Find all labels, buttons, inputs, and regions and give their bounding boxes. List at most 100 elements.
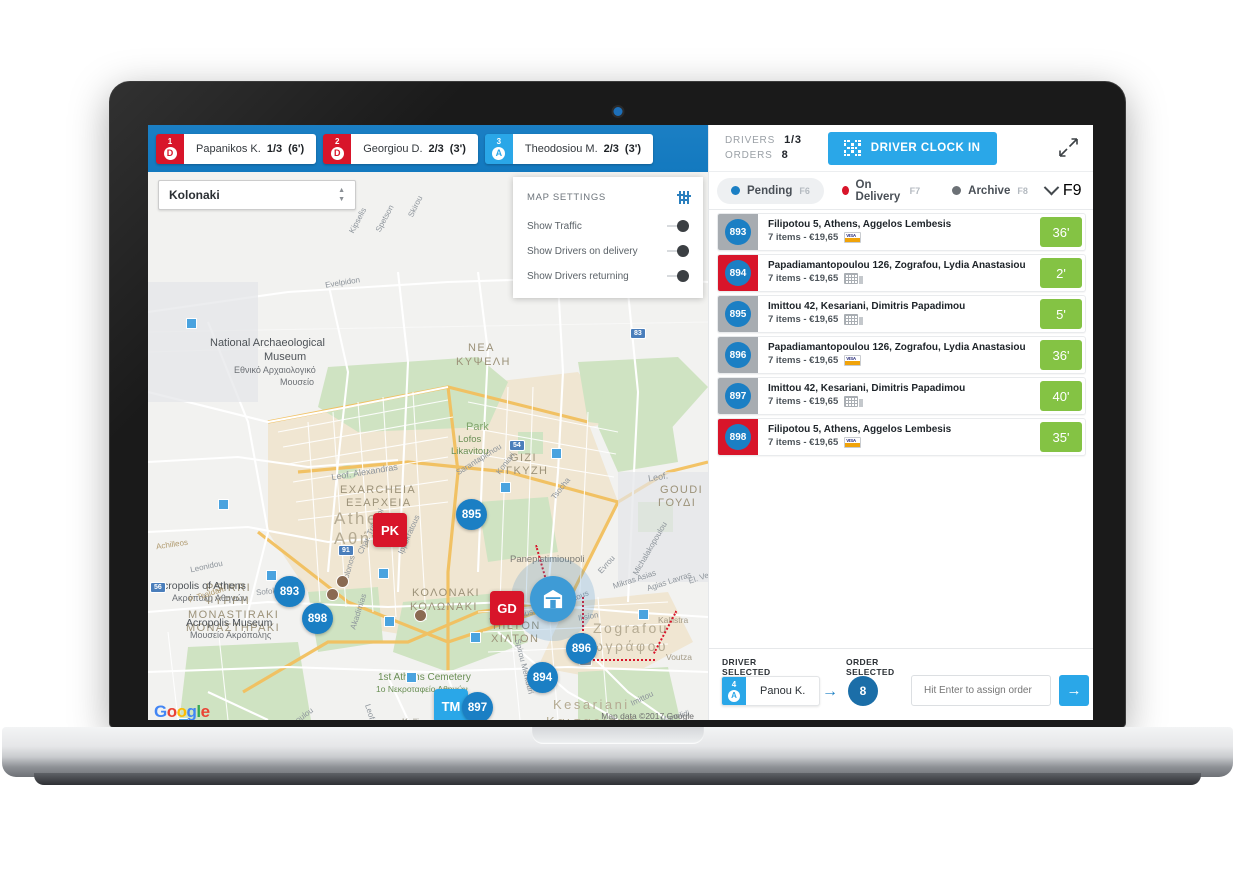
order-badge: 894 <box>718 255 758 291</box>
tab-archive-label: Archive <box>968 184 1011 197</box>
table-row[interactable]: 898 Filipotou 5, Athens, Aggelos Lembesi… <box>717 418 1086 456</box>
map-container[interactable]: Athens Αθήνα ΝΕΑ ΚΥΨΕΛΗ GIZI ΓΚΥΖΗ EXARC… <box>148 172 708 720</box>
toggle-show-traffic[interactable] <box>655 220 689 232</box>
drivers-stat-value: 1/3 <box>784 134 802 146</box>
qr-code-icon <box>843 139 861 157</box>
order-eta: 35' <box>1040 422 1082 452</box>
driver-pin-gd[interactable]: GD <box>490 591 524 625</box>
store-icon <box>543 589 563 609</box>
transit-icon <box>186 318 197 329</box>
driver-clock-in-label: DRIVER CLOCK IN <box>870 142 981 154</box>
map-setting-show-drivers-on-delivery[interactable]: Show Drivers on delivery <box>527 245 689 257</box>
tab-on-delivery-label: On Delivery <box>855 178 901 203</box>
order-main: Filipotou 5, Athens, Aggelos Lembesis 7 … <box>758 419 1037 455</box>
map-setting-show-drivers-returning[interactable]: Show Drivers returning <box>527 270 689 282</box>
assign-order-input[interactable] <box>911 675 1051 706</box>
map-settings-title: MAP SETTINGS <box>527 192 606 203</box>
order-pin-893[interactable]: 893 <box>274 576 305 607</box>
order-id: 897 <box>725 383 751 409</box>
tab-on-delivery[interactable]: On Delivery F7 <box>828 178 934 204</box>
selected-driver-chip[interactable]: 4 A Panou K. <box>721 676 821 706</box>
metro-icon <box>218 499 229 510</box>
order-sub: 7 items - €19,65 <box>768 232 1037 243</box>
order-pin-895[interactable]: 895 <box>456 499 487 530</box>
order-badge: 898 <box>718 419 758 455</box>
driver-state-letter: A <box>492 146 506 160</box>
driver-chip-2[interactable]: 2 D Georgiou D. 2/3 (3') <box>323 133 478 164</box>
driver-chip-3[interactable]: 3 A Theodosiou M. 2/3 (3') <box>484 133 653 164</box>
metro-icon <box>551 448 562 459</box>
order-items: 7 items - €19,65 <box>768 437 839 448</box>
driver-clock-in-button[interactable]: DRIVER CLOCK IN <box>827 131 997 165</box>
driver-chip-body-3: Theodosiou M. 2/3 (3') <box>512 133 653 164</box>
order-items: 7 items - €19,65 <box>768 273 839 284</box>
selected-order-badge[interactable]: 8 <box>848 676 878 706</box>
laptop-mockup: 1 D Papanikos K. 1/3 (6') 2 D Georgiou D… <box>0 0 1235 880</box>
laptop-base <box>2 727 1233 777</box>
order-address: Imittou 42, Kesariani, Dimitris Papadimo… <box>768 383 966 394</box>
order-badge: 896 <box>718 337 758 373</box>
map-settings-header: MAP SETTINGS <box>527 191 691 204</box>
order-pin-897[interactable]: 897 <box>462 692 493 720</box>
table-row[interactable]: 893 Filipotou 5, Athens, Aggelos Lembesi… <box>717 213 1086 251</box>
tab-pending[interactable]: Pending F6 <box>717 177 824 204</box>
tab-archive[interactable]: Archive F8 <box>938 178 1042 204</box>
order-address: Papadiamantopoulou 126, Zografou, Lydia … <box>768 260 1026 271</box>
driver-ratio: 2/3 <box>603 142 619 155</box>
order-eta: 40' <box>1040 381 1082 411</box>
sliders-icon[interactable] <box>677 191 691 204</box>
chevron-down-icon <box>1043 179 1060 196</box>
order-list[interactable]: 893 Filipotou 5, Athens, Aggelos Lembesi… <box>709 210 1093 650</box>
order-main: Papadiamantopoulou 126, Zografou, Lydia … <box>758 337 1037 373</box>
driver-index: 3 <box>496 136 502 146</box>
order-id: 896 <box>725 342 751 368</box>
driver-name: Papanikos K. <box>196 142 261 155</box>
order-items: 7 items - €19,65 <box>768 232 839 243</box>
arrow-right-icon: → <box>822 683 838 700</box>
map-settings-panel[interactable]: MAP SETTINGS Show Traffic Show Drivers o… <box>513 177 703 298</box>
order-eta: 2' <box>1040 258 1082 288</box>
order-pin-896[interactable]: 896 <box>566 633 597 664</box>
driver-chip-1[interactable]: 1 D Papanikos K. 1/3 (6') <box>156 133 317 164</box>
order-address: Filipotou 5, Athens, Aggelos Lembesis <box>768 424 952 435</box>
route-shield-91: 91 <box>338 545 354 556</box>
assign-submit-button[interactable]: → <box>1059 675 1089 706</box>
order-id: 894 <box>725 260 751 286</box>
table-row[interactable]: 897 Imittou 42, Kesariani, Dimitris Papa… <box>717 377 1086 415</box>
driver-ratio: 2/3 <box>428 142 444 155</box>
store-pin[interactable] <box>530 576 576 622</box>
status-dot-pending <box>731 186 740 195</box>
order-sub: 7 items - €19,65 <box>768 314 1037 325</box>
status-dot-on-delivery <box>841 186 849 195</box>
transit-icon <box>470 632 481 643</box>
selected-driver-badge: 4 A <box>722 677 746 705</box>
tabs-more-button[interactable]: F9 <box>1043 179 1090 200</box>
order-pin-894[interactable]: 894 <box>527 662 558 693</box>
driver-name: Georgiou D. <box>363 142 423 155</box>
tab-archive-key: F8 <box>1017 185 1028 196</box>
map-setting-label: Show Drivers returning <box>527 270 629 282</box>
order-main: Papadiamantopoulou 126, Zografou, Lydia … <box>758 255 1037 291</box>
table-row[interactable]: 895 Imittou 42, Kesariani, Dimitris Papa… <box>717 295 1086 333</box>
table-row[interactable]: 896 Papadiamantopoulou 126, Zografou, Ly… <box>717 336 1086 374</box>
driver-index: 1 <box>167 136 173 146</box>
order-eta: 5' <box>1040 299 1082 329</box>
driver-eta: (6') <box>288 142 305 155</box>
map-setting-show-traffic[interactable]: Show Traffic <box>527 220 689 232</box>
toggle-show-drivers-returning[interactable] <box>655 270 689 282</box>
expand-icon[interactable] <box>1057 137 1079 159</box>
order-id: 895 <box>725 301 751 327</box>
tab-on-delivery-key: F7 <box>909 185 921 196</box>
poi-icon <box>336 575 349 588</box>
orders-stat-value: 8 <box>781 149 789 161</box>
poi-icon <box>326 588 339 601</box>
location-select[interactable]: Kolonaki ▲ ▼ <box>158 180 356 210</box>
table-row[interactable]: 894 Papadiamantopoulou 126, Zografou, Ly… <box>717 254 1086 292</box>
driver-state-letter: D <box>330 146 344 160</box>
order-items: 7 items - €19,65 <box>768 314 839 325</box>
driver-chip-body-1: Papanikos K. 1/3 (6') <box>184 133 317 164</box>
driver-pin-pk[interactable]: PK <box>373 513 407 547</box>
toggle-show-drivers-on-delivery[interactable] <box>655 245 689 257</box>
map-attribution: Map data ©2017 Google <box>601 711 694 720</box>
order-pin-898[interactable]: 898 <box>302 603 333 634</box>
